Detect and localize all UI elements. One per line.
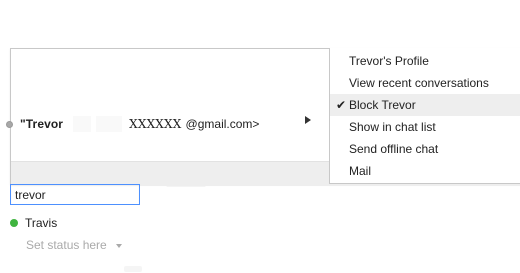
contact-list-name: Travis <box>25 216 58 230</box>
menu-item-mail[interactable]: Mail <box>330 160 520 182</box>
status-text: Set status here <box>26 238 107 252</box>
contact-row[interactable]: "Trevor XXXXXX @gmail.com> <box>6 114 259 134</box>
page: "Trevor XXXXXX @gmail.com> Trevor's Prof… <box>0 0 520 273</box>
contact-context-menu: Trevor's Profile View recent conversatio… <box>329 48 520 184</box>
contact-list-item[interactable]: Travis <box>10 216 57 230</box>
submenu-arrow-icon[interactable] <box>305 116 311 124</box>
menu-item-label: Show in chat list <box>349 120 436 134</box>
redacted-region <box>96 116 123 132</box>
menu-item-show-in-chat-list[interactable]: Show in chat list <box>330 116 520 138</box>
menu-item-recent-conversations[interactable]: View recent conversations <box>330 72 520 94</box>
contact-name: "Trevor <box>20 117 64 131</box>
menu-item-block[interactable]: ✔ Block Trevor <box>330 94 520 116</box>
menu-item-send-offline-chat[interactable]: Send offline chat <box>330 138 520 160</box>
online-status-icon <box>10 219 18 227</box>
menu-item-label: Mail <box>349 164 372 178</box>
search-input[interactable] <box>10 184 140 205</box>
menu-item-label: Trevor's Profile <box>349 54 429 68</box>
masked-email: XXXXXX <box>129 117 182 131</box>
menu-item-label: Send offline chat <box>349 142 439 156</box>
menu-item-label: Block Trevor <box>349 98 416 112</box>
menu-item-profile[interactable]: Trevor's Profile <box>330 50 520 72</box>
background-artifact <box>124 266 142 272</box>
set-status-dropdown[interactable]: Set status here <box>26 238 122 252</box>
checkmark-icon: ✔ <box>336 98 347 112</box>
redacted-region <box>73 116 92 132</box>
menu-item-label: View recent conversations <box>349 76 489 90</box>
chevron-down-icon <box>115 243 122 248</box>
offline-status-icon <box>6 120 13 128</box>
email-domain: @gmail.com> <box>185 117 260 131</box>
